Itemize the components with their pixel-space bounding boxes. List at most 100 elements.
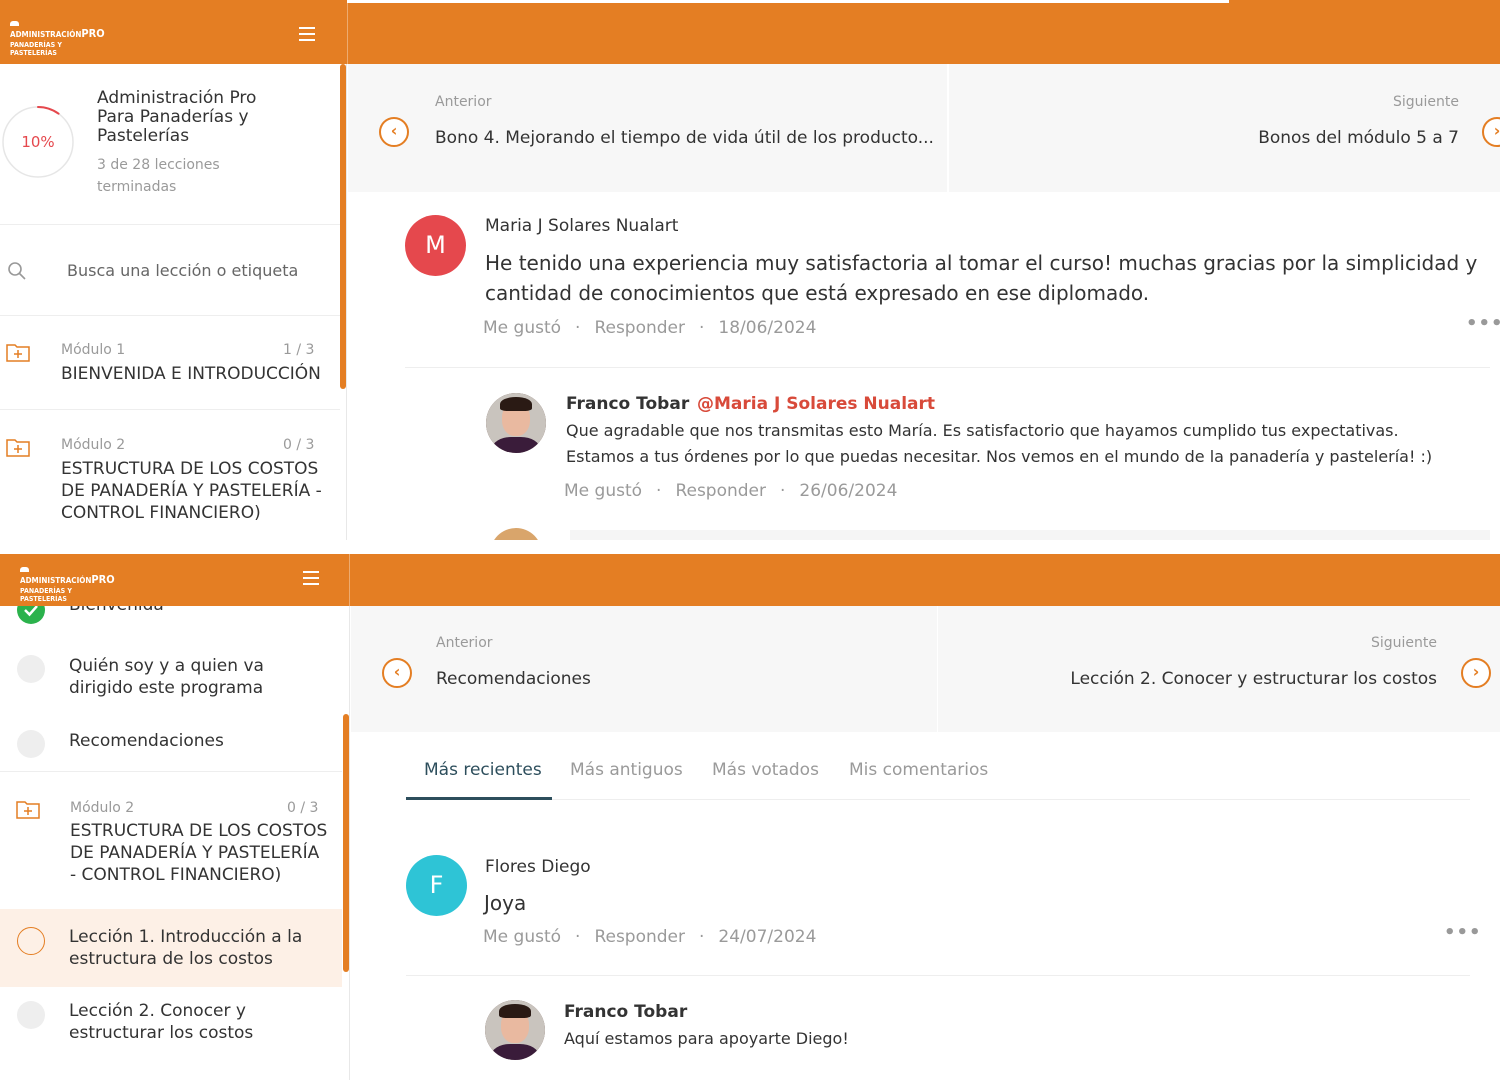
- lesson-item-active[interactable]: Lección 1. Introducción a la estructura …: [0, 909, 342, 987]
- reply-input[interactable]: [570, 530, 1490, 540]
- module-item[interactable]: Módulo 2 0 / 3 ESTRUCTURA DE LOS COSTOS …: [0, 411, 340, 540]
- chevron-left-icon[interactable]: ‹: [379, 117, 409, 147]
- like-button[interactable]: Me gustó: [483, 927, 561, 947]
- avatar: [486, 393, 546, 453]
- top-bar: ADMINISTRACIÓNPRO PANADERÍAS Y PASTELERÍ…: [0, 554, 1500, 606]
- more-options-icon[interactable]: •••: [1466, 313, 1500, 334]
- separator: ·: [656, 481, 662, 501]
- like-button[interactable]: Me gustó: [483, 318, 561, 338]
- loading-strip: [347, 0, 1229, 3]
- tab-mas-antiguos[interactable]: Más antiguos: [570, 760, 683, 780]
- prev-lesson-card[interactable]: ‹ Anterior Recomendaciones: [351, 606, 937, 732]
- menu-icon[interactable]: [303, 571, 319, 585]
- chef-hat-icon: [20, 567, 29, 572]
- chevron-right-icon[interactable]: ›: [1461, 658, 1491, 688]
- logo-pro: PRO: [91, 573, 115, 587]
- lesson-title: Recomendaciones: [69, 731, 224, 751]
- reply-button[interactable]: Responder: [594, 318, 685, 338]
- brand-logo[interactable]: ADMINISTRACIÓNPRO PANADERÍAS Y PASTELERÍ…: [20, 565, 120, 603]
- top-bar: ADMINISTRACIÓNPRO PANADERÍAS Y PASTELERÍ…: [0, 0, 1500, 64]
- lesson-status-icon: [17, 730, 45, 758]
- course-title: Administración Pro Para Panaderías y Pas…: [97, 88, 257, 146]
- separator: ·: [699, 927, 705, 947]
- logo-line1: ADMINISTRACIÓN: [20, 576, 92, 586]
- module-label: Módulo 2: [70, 800, 135, 816]
- more-options-icon[interactable]: •••: [1444, 922, 1482, 943]
- module-item[interactable]: Módulo 2 0 / 3 ESTRUCTURA DE LOS COSTOS …: [0, 774, 340, 906]
- next-label: Siguiente: [1370, 635, 1437, 651]
- avatar: [485, 1000, 545, 1060]
- chevron-left-icon[interactable]: ‹: [382, 658, 412, 688]
- progress-ring: 10%: [2, 106, 74, 178]
- lessons-done: 3 de 28 lecciones terminadas: [97, 157, 220, 195]
- lesson-item[interactable]: Recomendaciones: [0, 726, 342, 772]
- module-item[interactable]: Módulo 1 1 / 3 BIENVENIDA E INTRODUCCIÓN: [0, 316, 340, 410]
- logo-line2: PANADERÍAS Y PASTELERÍAS: [20, 586, 72, 603]
- next-lesson-card[interactable]: Siguiente Lección 2. Conocer y estructur…: [938, 606, 1500, 732]
- comment-date: 24/07/2024: [718, 927, 817, 947]
- lesson-status-icon: [17, 1001, 45, 1029]
- search-placeholder[interactable]: Busca una lección o etiqueta: [67, 261, 298, 280]
- lesson-status-icon: [17, 927, 45, 955]
- mention-link[interactable]: @Maria J Solares Nualart: [697, 394, 935, 414]
- brand-logo[interactable]: ADMINISTRACIÓNPRO PANADERÍAS Y PASTELERÍ…: [10, 19, 110, 57]
- reply-button[interactable]: Responder: [594, 927, 685, 947]
- chef-hat-icon: [10, 21, 19, 26]
- avatar: F: [406, 855, 467, 916]
- tab-mas-recientes[interactable]: Más recientes: [424, 760, 542, 780]
- module-title: BIENVENIDA E INTRODUCCIÓN: [61, 364, 321, 384]
- separator: ·: [575, 318, 581, 338]
- reply-author: Franco Tobar: [564, 1002, 688, 1022]
- reply-body: Aquí estamos para apoyarte Diego!: [564, 1029, 849, 1048]
- comment-actions: Me gustó · Responder · 18/06/2024: [483, 318, 830, 338]
- lesson-title: Quién soy y a quien va dirigido este pro…: [69, 656, 264, 698]
- separator: ·: [575, 927, 581, 947]
- lesson-item[interactable]: Bienvenida: [0, 606, 342, 632]
- comment-body: He tenido una experiencia muy satisfacto…: [485, 251, 1478, 305]
- progress-label: 10%: [21, 133, 54, 151]
- like-button[interactable]: Me gustó: [564, 481, 642, 501]
- sidebar-scrollbar[interactable]: [340, 64, 346, 389]
- topbar-divider: [347, 0, 348, 64]
- avatar: M: [405, 215, 466, 276]
- lesson-title: Lección 1. Introducción a la estructura …: [69, 927, 303, 969]
- tabs-divider: [406, 799, 1470, 800]
- reply-actions: Me gustó · Responder · 26/06/2024: [564, 481, 911, 501]
- comment-date: 18/06/2024: [718, 318, 817, 338]
- reply-body: Que agradable que nos transmitas esto Ma…: [566, 421, 1433, 466]
- lesson-item[interactable]: Lección 2. Conocer y estructurar los cos…: [0, 995, 342, 1065]
- prev-lesson-card[interactable]: ‹ Anterior Bono 4. Mejorando el tiempo d…: [348, 64, 947, 192]
- module-count: 1 / 3: [283, 342, 315, 358]
- module-title: ESTRUCTURA DE LOS COSTOS DE PANADERÍA Y …: [61, 459, 322, 523]
- module-title: ESTRUCTURA DE LOS COSTOS DE PANADERÍA Y …: [70, 821, 328, 885]
- divider: [405, 367, 1490, 368]
- logo-line1: ADMINISTRACIÓN: [10, 30, 82, 40]
- comment-actions: Me gustó · Responder · 24/07/2024: [483, 927, 830, 947]
- lesson-status-icon: [17, 655, 45, 683]
- tab-mis-comentarios[interactable]: Mis comentarios: [849, 760, 988, 780]
- divider: [406, 975, 1470, 976]
- separator: ·: [699, 318, 705, 338]
- active-tab-indicator: [406, 797, 552, 800]
- logo-pro: PRO: [81, 27, 105, 41]
- folder-plus-icon: [16, 801, 40, 819]
- search-box[interactable]: Busca una lección o etiqueta: [0, 224, 340, 316]
- reply-button[interactable]: Responder: [675, 481, 766, 501]
- comment-author: Maria J Solares Nualart: [485, 216, 679, 236]
- sidebar-scrollbar[interactable]: [343, 714, 349, 972]
- menu-icon[interactable]: [299, 27, 315, 41]
- chevron-right-icon[interactable]: ›: [1482, 117, 1500, 147]
- folder-plus-icon: [6, 344, 30, 362]
- sidebar: Bienvenida Quién soy y a quien va dirigi…: [0, 606, 350, 1080]
- tab-mas-votados[interactable]: Más votados: [712, 760, 819, 780]
- prev-title: Recomendaciones: [436, 669, 591, 689]
- logo-line2: PANADERÍAS Y PASTELERÍAS: [10, 40, 62, 57]
- prev-label: Anterior: [435, 94, 492, 110]
- next-title: Bonos del módulo 5 a 7: [1258, 128, 1459, 148]
- screenshot-bottom: ADMINISTRACIÓNPRO PANADERÍAS Y PASTELERÍ…: [0, 554, 1500, 1080]
- separator: ·: [780, 481, 786, 501]
- screenshot-top: ADMINISTRACIÓNPRO PANADERÍAS Y PASTELERÍ…: [0, 0, 1500, 540]
- prev-title: Bono 4. Mejorando el tiempo de vida útil…: [435, 128, 934, 148]
- lesson-item[interactable]: Quién soy y a quien va dirigido este pro…: [0, 652, 342, 722]
- next-lesson-card[interactable]: Siguiente Bonos del módulo 5 a 7 ›: [949, 64, 1500, 192]
